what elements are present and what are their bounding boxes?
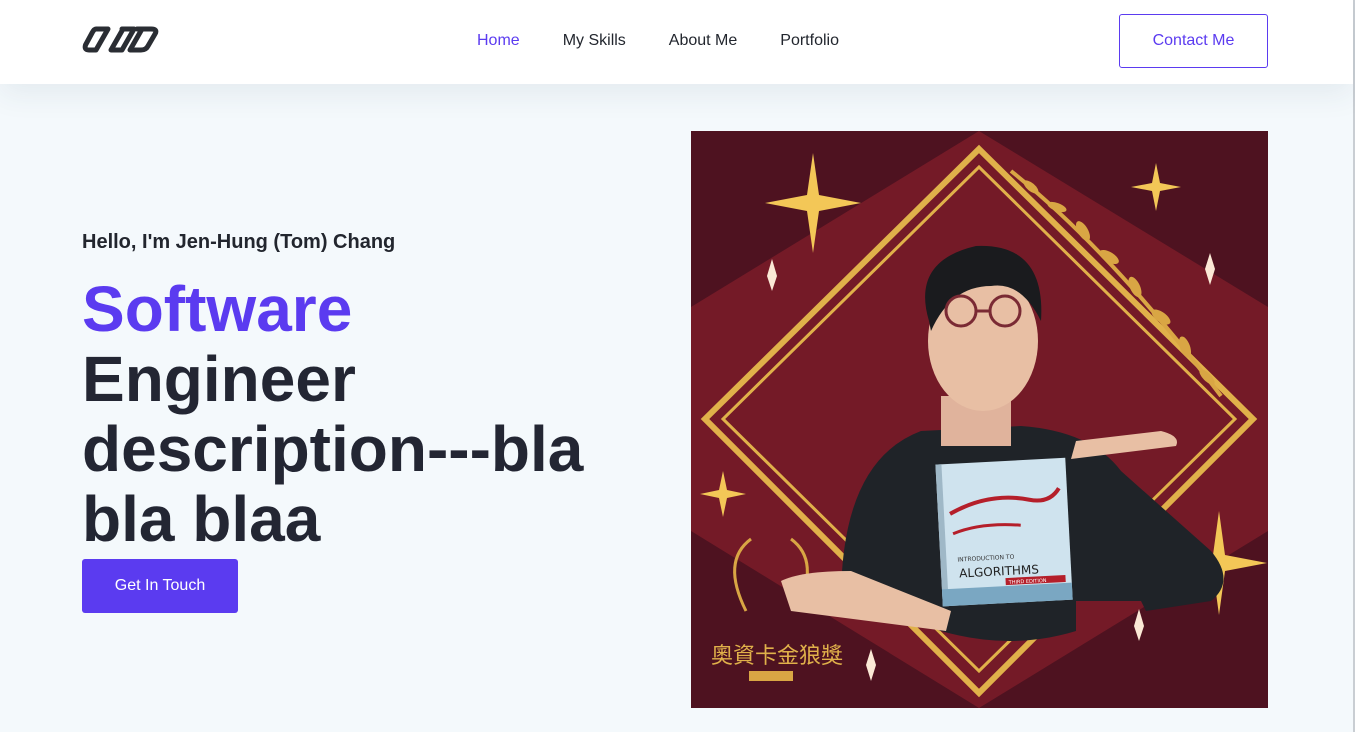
top-navbar: Home My Skills About Me Portfolio Contac…	[0, 0, 1353, 84]
nav-about-me[interactable]: About Me	[669, 31, 737, 51]
headline-rest: Engineer description---bla bla blaa	[82, 343, 584, 555]
nav-portfolio[interactable]: Portfolio	[780, 31, 839, 51]
nav-home[interactable]: Home	[477, 31, 520, 51]
nav-my-skills[interactable]: My Skills	[563, 31, 626, 51]
portrait-image: 奧資卡金狼獎 INTRODUCTION TO ALGORITHMS THIRD …	[691, 131, 1268, 708]
contact-me-button[interactable]: Contact Me	[1119, 14, 1268, 68]
headline-accent: Software	[82, 273, 353, 345]
get-in-touch-button[interactable]: Get In Touch	[82, 559, 238, 613]
hero-headline: Software Engineer description---bla bla …	[82, 274, 642, 554]
greeting-text: Hello, I'm Jen-Hung (Tom) Chang	[82, 231, 396, 253]
hero-text: Hello, I'm Jen-Hung (Tom) Chang Software…	[82, 228, 642, 554]
award-text: 奧資卡金狼獎	[711, 644, 843, 669]
logo-icon[interactable]	[82, 24, 160, 55]
main-nav: Home My Skills About Me Portfolio	[477, 31, 839, 51]
